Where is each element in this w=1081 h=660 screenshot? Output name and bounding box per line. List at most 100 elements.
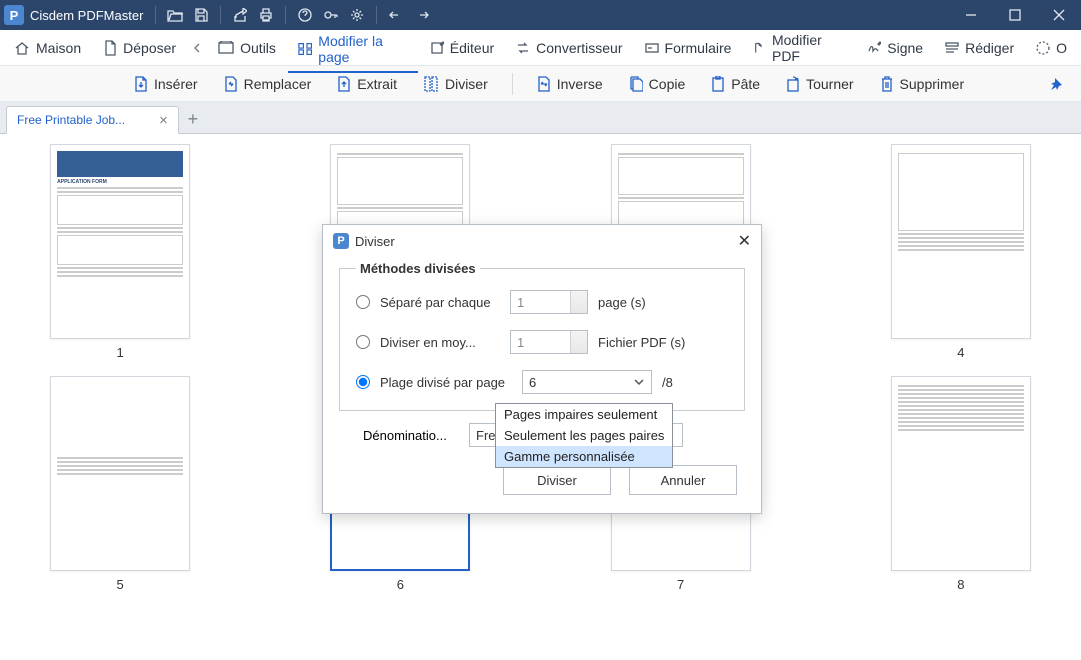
split-button[interactable]: Diviser [503, 465, 611, 495]
radio-split-average-label: Diviser en moy... [380, 335, 500, 350]
menu-file[interactable]: Déposer [93, 36, 186, 60]
dialog-title: Diviser [355, 234, 395, 249]
menu-tools-label: Outils [240, 40, 276, 56]
tool-rotate-label: Tourner [806, 76, 853, 92]
tool-paste-label: Pâte [731, 76, 760, 92]
menu-home-label: Maison [36, 40, 81, 56]
tool-reverse-label: Inverse [557, 76, 603, 92]
menu-tools[interactable]: Outils [208, 36, 286, 60]
settings-icon[interactable] [344, 0, 370, 30]
dialog-icon: P [333, 233, 349, 249]
undo-icon[interactable] [383, 0, 409, 30]
print-icon[interactable] [253, 0, 279, 30]
menu-converter-label: Convertisseur [536, 40, 622, 56]
split-range-combo[interactable]: 6 [522, 370, 652, 394]
app-icon: P [4, 5, 24, 25]
page-thumbnail[interactable]: 4 [881, 144, 1041, 360]
split-methods-legend: Méthodes divisées [356, 261, 480, 276]
tool-delete-label: Supprimer [900, 76, 965, 92]
tool-replace-label: Remplacer [244, 76, 312, 92]
tool-reverse[interactable]: Inverse [529, 73, 611, 95]
page-number: 4 [957, 345, 964, 360]
page-thumbnail[interactable]: 5 [40, 376, 200, 592]
tab-close-icon[interactable]: × [159, 113, 168, 128]
radio-split-each-label: Séparé par chaque [380, 295, 500, 310]
tool-extract-label: Extrait [357, 76, 397, 92]
menubar: Maison Déposer Outils Modifier la page É… [0, 30, 1081, 66]
titlebar: P Cisdem PDFMaster [0, 0, 1081, 30]
menu-sign[interactable]: Signe [857, 36, 933, 60]
toolbar: Insérer Remplacer Extrait Diviser Invers… [0, 66, 1081, 102]
menu-edit-page-label: Modifier la page [318, 33, 407, 65]
page-thumbnail[interactable]: 8 [881, 376, 1041, 592]
dropdown-option-even[interactable]: Seulement les pages paires [496, 425, 672, 446]
menu-editor[interactable]: Éditeur [420, 36, 504, 60]
split-average-value[interactable]: 1 [510, 330, 588, 354]
split-range-row: Plage divisé par page 6 /8 [356, 370, 728, 394]
menu-redact[interactable]: Rédiger [935, 36, 1024, 60]
tool-copy[interactable]: Copie [621, 73, 694, 95]
redo-icon[interactable] [409, 0, 435, 30]
dropdown-option-odd[interactable]: Pages impaires seulement [496, 404, 672, 425]
page-number: 5 [117, 577, 124, 592]
pin-icon[interactable] [1041, 74, 1071, 94]
page-thumbnail[interactable]: APPLICATION FORM 1 [40, 144, 200, 360]
tool-delete[interactable]: Supprimer [872, 73, 973, 95]
tool-insert[interactable]: Insérer [126, 73, 206, 95]
share-icon[interactable] [227, 0, 253, 30]
radio-split-range[interactable] [356, 375, 370, 389]
menu-ocr[interactable]: O [1026, 36, 1077, 60]
output-name-label: Dénominatio... [363, 428, 459, 443]
minimize-button[interactable] [949, 0, 993, 30]
menu-ocr-label: O [1056, 40, 1067, 56]
split-average-suffix: Fichier PDF (s) [598, 335, 685, 350]
tool-copy-label: Copie [649, 76, 686, 92]
radio-split-range-label: Plage divisé par page [380, 375, 512, 390]
cancel-button[interactable]: Annuler [629, 465, 737, 495]
menu-edit-pdf[interactable]: Modifier PDF [743, 28, 855, 68]
menu-edit-page[interactable]: Modifier la page [288, 29, 418, 73]
split-average-row: Diviser en moy... 1 Fichier PDF (s) [356, 330, 728, 354]
save-icon[interactable] [188, 0, 214, 30]
help-icon[interactable] [292, 0, 318, 30]
chevron-down-icon [633, 378, 645, 386]
radio-split-average[interactable] [356, 335, 370, 349]
menu-home[interactable]: Maison [4, 36, 91, 60]
close-button[interactable] [1037, 0, 1081, 30]
menu-form[interactable]: Formulaire [635, 36, 742, 60]
separator [285, 6, 286, 24]
tool-extract[interactable]: Extrait [329, 73, 405, 95]
tool-insert-label: Insérer [154, 76, 198, 92]
tool-paste[interactable]: Pâte [703, 73, 768, 95]
tool-rotate[interactable]: Tourner [778, 73, 861, 95]
range-dropdown: Pages impaires seulement Seulement les p… [495, 403, 673, 468]
split-by-each-row: Séparé par chaque 1 page (s) [356, 290, 728, 314]
separator [512, 73, 513, 95]
tabstrip: Free Printable Job... × + [0, 102, 1081, 134]
add-tab-button[interactable]: + [179, 105, 207, 133]
tool-replace[interactable]: Remplacer [216, 73, 320, 95]
separator [155, 6, 156, 24]
radio-split-each[interactable] [356, 295, 370, 309]
split-each-value[interactable]: 1 [510, 290, 588, 314]
split-range-suffix: /8 [662, 375, 673, 390]
maximize-button[interactable] [993, 0, 1037, 30]
page-number: 1 [117, 345, 124, 360]
page-number: 6 [397, 577, 404, 592]
dropdown-option-custom[interactable]: Gamme personnalisée [496, 446, 672, 467]
menu-file-label: Déposer [123, 40, 176, 56]
tool-split[interactable]: Diviser [415, 73, 496, 95]
menu-edit-pdf-label: Modifier PDF [772, 32, 845, 64]
menu-form-label: Formulaire [665, 40, 732, 56]
separator [376, 6, 377, 24]
key-icon[interactable] [318, 0, 344, 30]
menu-converter[interactable]: Convertisseur [506, 36, 632, 60]
page-number: 7 [677, 577, 684, 592]
scroll-left-icon[interactable] [188, 42, 206, 54]
dialog-close-icon[interactable]: ✕ [738, 231, 751, 251]
app-title: Cisdem PDFMaster [30, 8, 143, 23]
open-icon[interactable] [162, 0, 188, 30]
page-thumbnails-area: APPLICATION FORM 1 2 3 4 5 6 7 8 [0, 134, 1081, 660]
menu-editor-label: Éditeur [450, 40, 494, 56]
document-tab[interactable]: Free Printable Job... × [6, 106, 179, 134]
